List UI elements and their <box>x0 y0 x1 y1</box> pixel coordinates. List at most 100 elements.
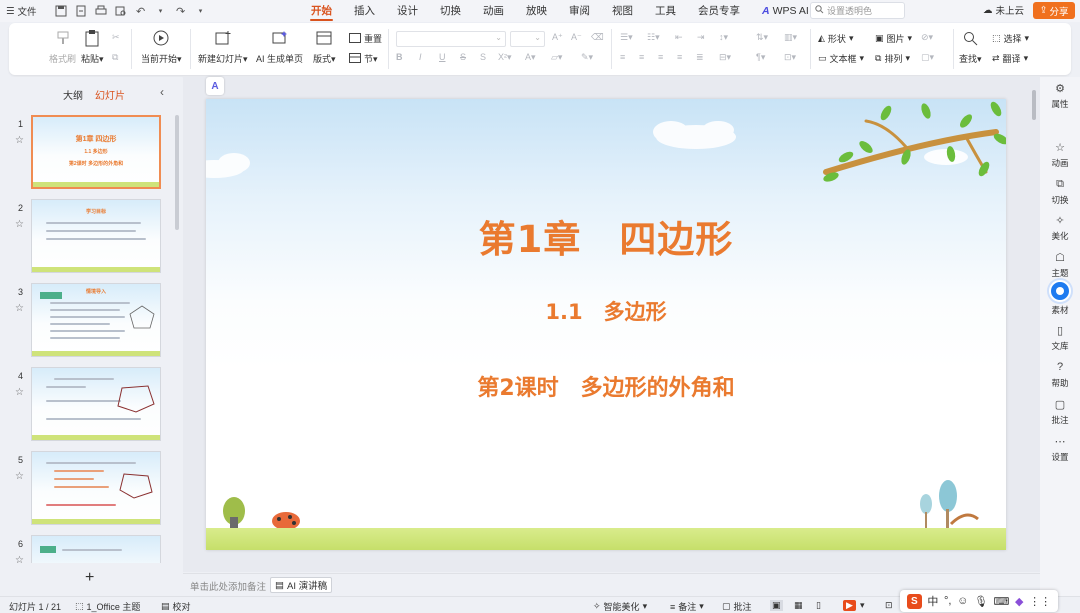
save-icon[interactable] <box>54 4 68 18</box>
shape-button[interactable]: ◭ 形状 ▾ <box>818 32 853 45</box>
theme-indicator[interactable]: ⬚ 1_Office 主题 <box>75 600 140 613</box>
vertical-align-icon[interactable]: ⊟▾ <box>719 52 731 63</box>
bullet-list-icon[interactable]: ☰▾ <box>620 32 633 43</box>
increase-indent-icon[interactable]: ⇥ <box>697 32 705 43</box>
new-slide-button[interactable]: 新建幻灯片▾ <box>198 29 248 65</box>
format-painter-button[interactable]: 格式刷 <box>49 29 76 65</box>
align-center-icon[interactable]: ≡ <box>639 52 644 62</box>
comments-toggle[interactable]: ▢ 批注 <box>722 600 752 613</box>
select-button[interactable]: ⬚ 选择 ▾ <box>992 32 1029 45</box>
slideshow-play-icon[interactable]: ▶ <box>843 600 856 611</box>
align-left-icon[interactable]: ≡ <box>620 52 625 62</box>
sidebar-item-beautify[interactable]: ✧ 美化 <box>1040 214 1080 242</box>
sogou-logo-icon[interactable]: S <box>906 593 922 609</box>
slide-thumbnail[interactable]: 1 ☆ 第1章 四边形 1.1 多边形 第2课时 多边形的外角和 <box>0 115 175 191</box>
search-input[interactable]: 设置透明色 <box>810 2 905 19</box>
ai-script-button[interactable]: ▤ AI 演讲稿 <box>270 577 333 593</box>
play-dropdown-icon[interactable]: ▾ <box>860 600 865 611</box>
sidebar-item-transition[interactable]: ⧉ 切换 <box>1040 178 1080 206</box>
distribute-icon[interactable]: ≣ <box>696 52 704 63</box>
grid-icon[interactable]: ⋮⋮ <box>1029 595 1051 608</box>
underline-icon[interactable]: U <box>439 52 446 62</box>
star-icon[interactable]: ☆ <box>15 219 24 230</box>
microphone-icon[interactable]: 🎙 <box>974 595 988 608</box>
tab-slides[interactable]: 幻灯片 <box>95 87 125 102</box>
redo-dropdown-icon[interactable]: ▾ <box>194 4 208 18</box>
arrange-button[interactable]: ⧉ 排列 ▾ <box>875 52 910 65</box>
collapse-panel-icon[interactable]: ‹ <box>160 85 164 99</box>
picture-button[interactable]: ▣ 图片 ▾ <box>875 32 912 45</box>
find-button[interactable]: 查找▾ <box>959 29 982 65</box>
decrease-font-icon[interactable]: A⁻ <box>571 32 582 43</box>
undo-icon[interactable]: ↶ <box>134 4 148 18</box>
proofread-button[interactable]: ▤ 校对 <box>161 600 191 613</box>
reset-button[interactable]: 重置 <box>349 32 382 45</box>
sidebar-item-comments[interactable]: ▢ 批注 <box>1040 398 1080 426</box>
undo-dropdown-icon[interactable]: ▾ <box>154 4 168 18</box>
superscript-icon[interactable]: X²▾ <box>498 52 512 63</box>
thumbnail-scrollbar[interactable] <box>175 115 179 230</box>
numbered-list-icon[interactable]: ☷▾ <box>647 32 660 43</box>
align-right-icon[interactable]: ≡ <box>658 52 663 62</box>
italic-icon[interactable]: I <box>419 52 422 62</box>
text-fit-icon[interactable]: ⊡▾ <box>784 52 796 63</box>
normal-view-icon[interactable]: ▣ <box>770 600 783 611</box>
line-spacing-icon[interactable]: ↕▾ <box>719 32 728 43</box>
slide[interactable]: 第1章 四边形 1.1 多边形 第2课时 多边形的外角和 <box>206 99 1006 550</box>
fit-window-icon[interactable]: ⊡ <box>885 600 893 611</box>
slide-lesson-title[interactable]: 第2课时 多边形的外角和 <box>206 370 1006 402</box>
clear-format-icon[interactable]: ⌫ <box>591 32 604 43</box>
print-preview-icon[interactable] <box>114 4 128 18</box>
play-from-current-button[interactable]: 当前开始▾ <box>141 29 182 65</box>
emoji-icon[interactable]: ☺ <box>957 595 968 607</box>
canvas-scrollbar[interactable] <box>1032 90 1036 120</box>
tab-review[interactable]: 审阅 <box>558 0 601 22</box>
char-spacing-icon[interactable]: ✎▾ <box>581 52 593 63</box>
star-icon[interactable]: ☆ <box>15 471 24 482</box>
tab-slideshow[interactable]: 放映 <box>515 0 558 22</box>
sidebar-item-properties[interactable]: ⚙ 属性 <box>1040 82 1080 110</box>
star-icon[interactable]: ☆ <box>15 303 24 314</box>
font-size-select[interactable]: ⌄ <box>510 31 545 47</box>
star-icon[interactable]: ☆ <box>15 387 24 398</box>
add-slide-button[interactable]: + <box>85 569 94 587</box>
section-button[interactable]: 节▾ <box>349 52 378 65</box>
export-pdf-icon[interactable] <box>74 4 88 18</box>
tab-insert[interactable]: 插入 <box>343 0 386 22</box>
layout-button[interactable]: 版式▾ <box>313 29 336 65</box>
star-icon[interactable]: ☆ <box>15 135 24 146</box>
notes-toggle[interactable]: ≡ 备注 ▾ <box>670 600 704 613</box>
slide-thumbnail[interactable]: 4 ☆ <box>0 367 175 443</box>
print-icon[interactable] <box>94 4 108 18</box>
tab-tools[interactable]: 工具 <box>644 0 687 22</box>
tab-member[interactable]: 会员专享 <box>687 0 751 22</box>
sidebar-item-library[interactable]: ▯ 文库 <box>1040 324 1080 352</box>
paragraph-icon[interactable]: ¶▾ <box>756 52 765 63</box>
sidebar-item-settings[interactable]: ⋯ 设置 <box>1040 435 1080 463</box>
share-button[interactable]: ⇪ 分享 <box>1033 2 1075 19</box>
reading-view-icon[interactable]: ▯ <box>816 600 821 611</box>
tab-design[interactable]: 设计 <box>386 0 429 22</box>
ai-assistant-icon[interactable]: A <box>206 77 224 95</box>
tab-view[interactable]: 视图 <box>601 0 644 22</box>
columns-icon[interactable]: ▥▾ <box>784 32 797 43</box>
sidebar-item-theme[interactable]: ☖ 主题 <box>1040 251 1080 279</box>
font-family-select[interactable]: ⌄ <box>396 31 506 47</box>
text-direction-icon[interactable]: ⇅▾ <box>756 32 768 43</box>
fill-icon[interactable]: ⊘▾ <box>921 32 933 43</box>
justify-icon[interactable]: ≡ <box>677 52 682 62</box>
slide-sorter-icon[interactable]: ▦ <box>794 600 803 611</box>
slide-thumbnail[interactable]: 3 ☆ 情境导入 <box>0 283 175 359</box>
skin-icon[interactable]: ◆ <box>1015 595 1023 608</box>
tab-transitions[interactable]: 切换 <box>429 0 472 22</box>
paste-button[interactable]: 粘贴▾ <box>81 29 104 65</box>
outline-icon[interactable]: ▢▾ <box>921 52 934 63</box>
translate-button[interactable]: ⇄ 翻译 ▾ <box>992 52 1028 65</box>
slide-thumbnail[interactable]: 2 ☆ 学习目标 <box>0 199 175 275</box>
increase-font-icon[interactable]: A⁺ <box>552 32 563 43</box>
cloud-status[interactable]: ☁ 未上云 <box>983 3 1024 18</box>
file-menu[interactable]: ☰ 文件 <box>6 4 37 19</box>
keyboard-icon[interactable]: ⌨ <box>994 595 1010 608</box>
notes-placeholder[interactable]: 单击此处添加备注 <box>190 579 266 593</box>
ime-language[interactable]: 中 <box>927 593 938 609</box>
